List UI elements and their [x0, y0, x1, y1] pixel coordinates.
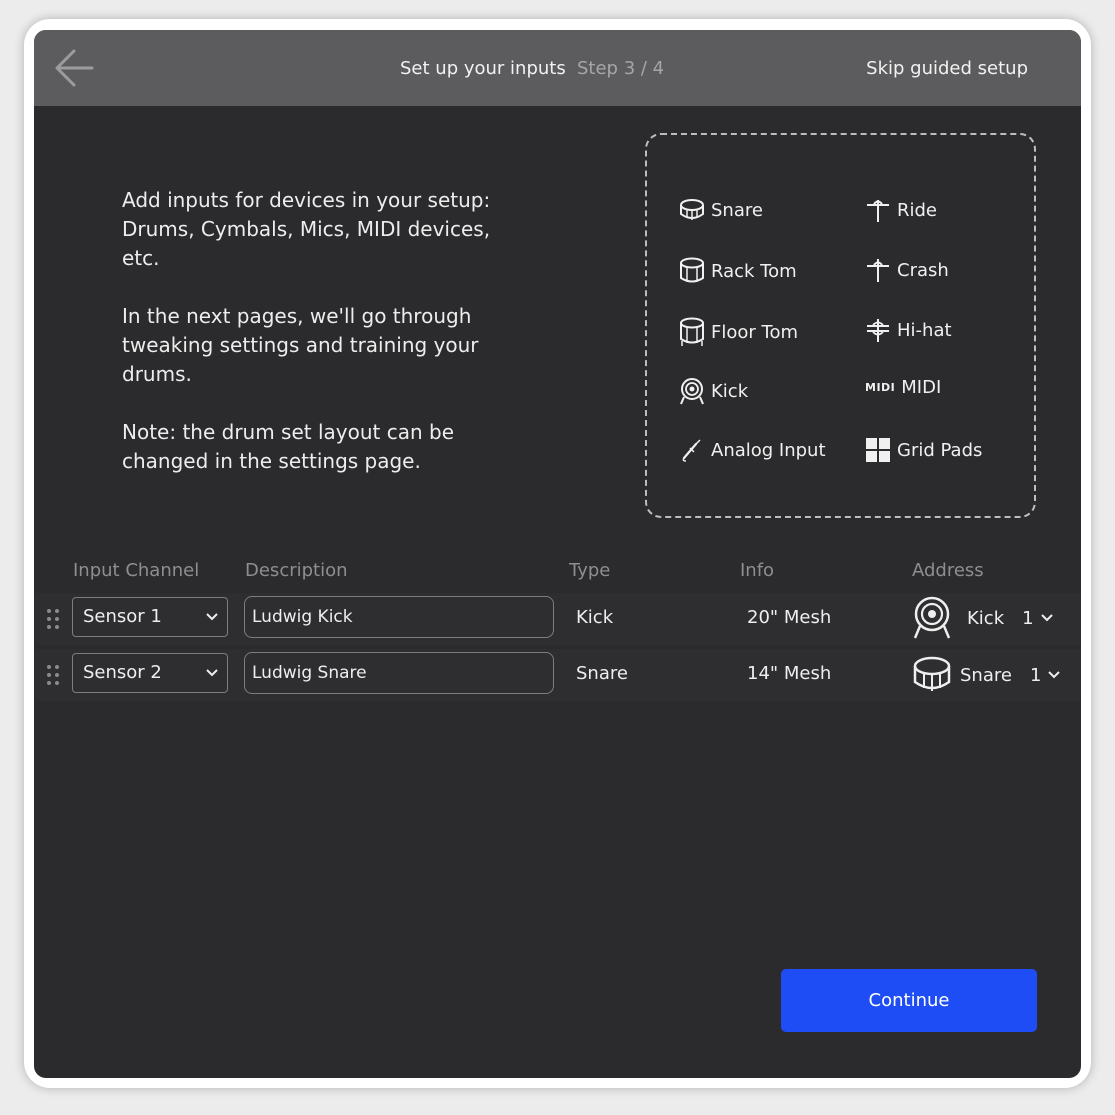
legend-item-kick: Kick [679, 377, 748, 405]
select-value: Sensor 2 [83, 662, 162, 683]
input-type-legend: Snare Ride Rack Tom Crash Floor Tom Hi-h… [645, 133, 1036, 518]
column-header-description: Description [245, 560, 348, 581]
rack-tom-icon [680, 257, 704, 283]
skip-setup-link[interactable]: Skip guided setup [866, 58, 1028, 79]
address-select[interactable]: Snare 1 [912, 655, 1061, 695]
column-header-address: Address [912, 560, 984, 581]
info-cell: 20" Mesh [747, 607, 832, 628]
legend-item-ride: Ride [865, 197, 937, 223]
snare-icon [913, 656, 951, 691]
address-select[interactable]: Kick 1 [912, 596, 1054, 640]
column-header-input-channel: Input Channel [73, 560, 200, 581]
ride-cymbal-icon [867, 200, 889, 222]
crash-cymbal-icon [867, 259, 889, 282]
drag-handle-icon[interactable] [46, 608, 60, 630]
kick-icon [913, 596, 951, 639]
arrow-left-icon [55, 49, 94, 87]
legend-label: Snare [711, 199, 763, 221]
legend-label: Kick [711, 380, 749, 402]
chevron-down-icon [1040, 614, 1053, 622]
legend-item-grid-pads: Grid Pads [865, 437, 982, 463]
drag-handle-icon[interactable] [46, 664, 60, 686]
legend-label: Crash [897, 259, 949, 281]
legend-label: Floor Tom [711, 321, 798, 343]
hihat-icon [867, 319, 889, 342]
chevron-down-icon [206, 669, 218, 677]
input-channel-select[interactable]: Sensor 2 [72, 653, 228, 693]
address-number: 1 [1029, 664, 1042, 686]
column-header-type: Type [569, 560, 611, 581]
legend-label: Rack Tom [711, 260, 797, 282]
midi-icon: MIDI [865, 381, 896, 394]
legend-item-midi: MIDI MIDI [865, 377, 941, 398]
type-cell: Kick [576, 607, 614, 628]
chevron-down-icon [1048, 671, 1061, 679]
intro-paragraph: Add inputs for devices in your setup: Dr… [122, 188, 491, 270]
intro-paragraph: Note: the drum set layout can be changed… [122, 420, 455, 473]
legend-label: Analog Input [711, 439, 826, 461]
step-indicator: Step 3 / 4 [577, 58, 665, 79]
description-input[interactable] [244, 596, 554, 638]
top-bar: Set up your inputs Step 3 / 4 Skip guide… [34, 30, 1081, 106]
intro-paragraph: In the next pages, we'll go through twea… [122, 304, 479, 386]
address-label: Kick [967, 607, 1005, 629]
legend-item-analog-input: Analog Input [679, 437, 826, 463]
legend-item-hihat: Hi-hat [865, 317, 952, 343]
table-row: Sensor 1 Kick 20" Mesh Kick 1 [34, 593, 1081, 645]
chevron-down-icon [206, 613, 218, 621]
input-channel-select[interactable]: Sensor 1 [72, 597, 228, 637]
snare-icon [680, 199, 704, 220]
legend-label: MIDI [901, 377, 942, 398]
info-cell: 14" Mesh [747, 663, 832, 684]
continue-button[interactable]: Continue [781, 969, 1037, 1032]
table-row: Sensor 2 Snare 14" Mesh Snare 1 [34, 649, 1081, 701]
intro-text: Add inputs for devices in your setup: Dr… [122, 186, 522, 505]
back-button[interactable] [52, 46, 96, 90]
page-title: Set up your inputs [400, 58, 566, 79]
legend-label: Hi-hat [897, 319, 952, 341]
kick-icon [680, 378, 704, 405]
analog-input-icon [682, 439, 701, 462]
legend-label: Grid Pads [897, 439, 983, 461]
address-label: Snare [960, 664, 1012, 686]
legend-item-floor-tom: Floor Tom [679, 317, 798, 347]
type-cell: Snare [576, 663, 628, 684]
floor-tom-icon [680, 317, 704, 346]
setup-window: Set up your inputs Step 3 / 4 Skip guide… [34, 30, 1081, 1078]
legend-item-crash: Crash [865, 257, 949, 283]
address-number: 1 [1022, 607, 1034, 629]
select-value: Sensor 1 [83, 606, 162, 627]
legend-item-snare: Snare [679, 197, 763, 223]
legend-label: Ride [897, 199, 938, 221]
grid-pads-icon [866, 438, 890, 462]
description-input[interactable] [244, 652, 554, 694]
column-header-info: Info [740, 560, 775, 581]
legend-item-rack-tom: Rack Tom [679, 257, 797, 285]
